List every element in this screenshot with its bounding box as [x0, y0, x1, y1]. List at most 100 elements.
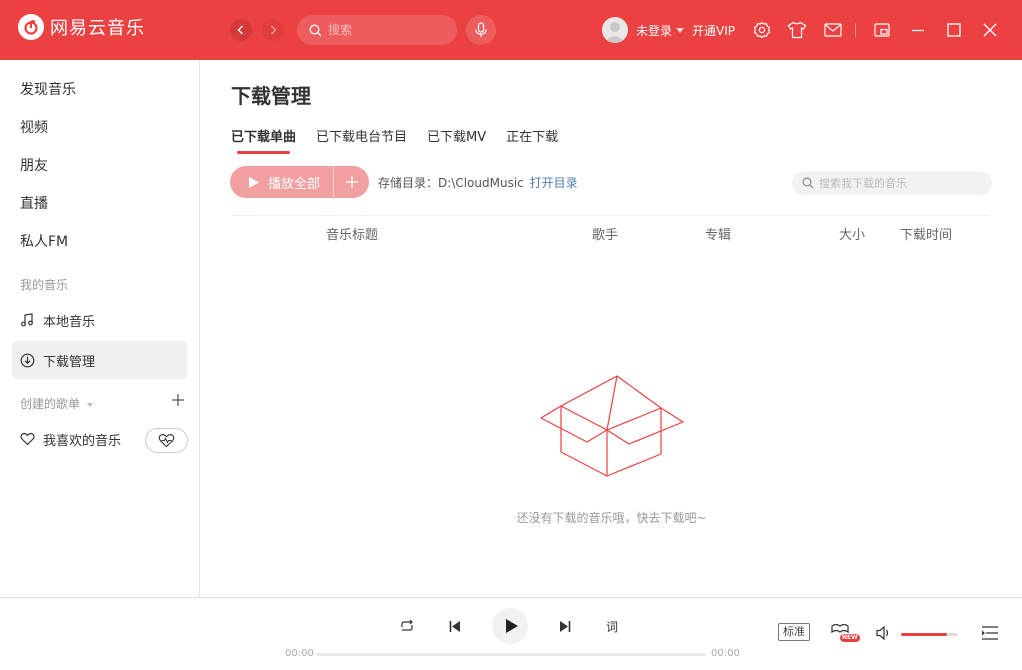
caret-down-icon	[86, 402, 93, 407]
tab-downloaded-radio[interactable]: 已下载电台节目	[316, 126, 407, 148]
progress-bar[interactable]	[316, 653, 706, 656]
local-search-bar[interactable]	[792, 171, 992, 195]
search-icon	[309, 24, 322, 36]
heart-mode-button[interactable]	[145, 428, 188, 453]
create-playlist-button[interactable]	[170, 393, 186, 409]
storage-path: D:\CloudMusic	[438, 176, 524, 190]
sidebar-item-local-music[interactable]: 本地音乐	[12, 301, 187, 339]
search-input[interactable]	[328, 23, 438, 37]
main-content: 下载管理 已下载单曲 已下载电台节目 已下载MV 正在下载 播放全部 存储目录：…	[201, 60, 1022, 597]
vip-link[interactable]: 开通VIP	[692, 22, 735, 39]
sidebar-item-label: 我喜欢的音乐	[43, 433, 122, 449]
gear-icon	[753, 21, 771, 39]
search-bar[interactable]	[297, 15, 457, 45]
tab-downloaded-songs[interactable]: 已下载单曲	[231, 126, 296, 154]
chevron-left-icon	[237, 25, 243, 35]
sidebar-item-label: 下载管理	[43, 354, 96, 370]
default-avatar-icon	[605, 22, 625, 43]
playlist-button[interactable]	[980, 624, 1000, 642]
title-divider	[855, 23, 856, 37]
sidebar-item-fm[interactable]: 私人FM	[20, 232, 68, 252]
play-icon	[505, 619, 518, 633]
lyrics-button[interactable]: 词	[606, 618, 618, 635]
column-title[interactable]: 音乐标题	[326, 224, 378, 243]
page-title: 下载管理	[231, 84, 311, 108]
app-name: 网易云音乐	[50, 18, 145, 39]
next-button[interactable]	[556, 617, 574, 635]
sound-quality-button[interactable]: 标准	[778, 623, 810, 641]
download-tabs: 已下载单曲 已下载电台节目 已下载MV 正在下载	[231, 126, 578, 154]
play-pause-button[interactable]	[492, 608, 528, 644]
volume-button[interactable]	[874, 624, 892, 642]
play-all-button[interactable]: 播放全部	[230, 166, 334, 198]
sidebar-item-friends[interactable]: 朋友	[20, 156, 48, 176]
back-button[interactable]	[230, 19, 252, 41]
tshirt-icon	[787, 21, 807, 39]
skip-previous-icon	[449, 620, 460, 632]
storage-info: 存储目录：D:\CloudMusic 打开目录	[378, 174, 578, 191]
heartbeat-icon	[158, 434, 175, 448]
plus-icon	[172, 394, 184, 406]
tab-downloading[interactable]: 正在下载	[506, 126, 558, 148]
volume-icon	[876, 625, 889, 641]
sidebar-item-video[interactable]: 视频	[20, 118, 48, 138]
local-search-input[interactable]	[819, 176, 979, 190]
empty-state-text: 还没有下载的音乐哦，快去下载吧~	[516, 511, 707, 525]
login-link[interactable]: 未登录	[636, 22, 672, 39]
caret-down-icon	[676, 27, 685, 33]
loop-mode-button[interactable]	[398, 617, 416, 635]
play-all-button-group: 播放全部	[230, 166, 369, 198]
new-badge: NEW	[840, 634, 860, 642]
volume-slider[interactable]	[901, 633, 958, 636]
repeat-icon	[401, 619, 413, 631]
tab-downloaded-mv[interactable]: 已下载MV	[427, 126, 486, 148]
messages-button[interactable]	[823, 20, 843, 40]
created-playlists-label: 创建的歌单	[20, 397, 81, 411]
avatar[interactable]	[602, 17, 628, 43]
skin-button[interactable]	[787, 20, 807, 40]
forward-button[interactable]	[262, 19, 284, 41]
mini-mode-button[interactable]	[872, 20, 892, 40]
download-icon	[18, 351, 36, 369]
maximize-button[interactable]	[944, 20, 964, 40]
settings-button[interactable]	[752, 20, 772, 40]
heart-icon	[18, 430, 36, 448]
column-artist[interactable]: 歌手	[592, 224, 618, 243]
chevron-right-icon	[271, 25, 277, 35]
previous-button[interactable]	[446, 617, 464, 635]
search-icon	[802, 177, 814, 189]
play-icon	[249, 176, 259, 188]
close-button[interactable]	[980, 20, 1000, 40]
sidebar-item-discover[interactable]: 发现音乐	[20, 80, 76, 100]
maximize-icon	[947, 23, 961, 37]
title-bar: 网易云音乐 未登录 开通VIP	[0, 0, 1022, 60]
open-directory-link[interactable]: 打开目录	[530, 176, 578, 190]
skip-next-icon	[560, 620, 571, 632]
empty-box-icon	[540, 375, 684, 477]
column-album[interactable]: 专辑	[705, 224, 731, 243]
app-logo[interactable]: 网易云音乐	[18, 14, 145, 40]
storage-label: 存储目录：	[378, 176, 439, 190]
my-music-heading: 我的音乐	[20, 278, 69, 292]
column-size[interactable]: 大小	[839, 224, 865, 243]
playlist-icon	[982, 626, 998, 640]
mail-icon	[824, 23, 842, 37]
column-download-time[interactable]: 下载时间	[900, 224, 952, 243]
volume-level	[901, 633, 947, 636]
sidebar-item-live[interactable]: 直播	[20, 194, 48, 214]
microphone-icon	[475, 22, 487, 37]
sidebar: 发现音乐 视频 朋友 直播 私人FM 我的音乐 本地音乐 下载管理 创建的歌单 …	[0, 60, 200, 597]
netease-logo-icon	[18, 14, 44, 40]
voice-search-button[interactable]	[466, 15, 496, 45]
table-header: 音乐标题 歌手 专辑 大小 下载时间	[233, 215, 989, 247]
user-menu[interactable]: 未登录 开通VIP	[602, 17, 735, 43]
minimize-button[interactable]	[908, 20, 928, 40]
sidebar-item-downloads[interactable]: 下载管理	[12, 341, 187, 379]
minimize-icon	[912, 29, 924, 32]
add-all-to-playlist-button[interactable]	[334, 166, 369, 198]
close-icon	[983, 23, 997, 37]
plus-icon	[345, 176, 358, 188]
created-playlists-heading[interactable]: 创建的歌单	[20, 395, 93, 412]
sidebar-item-liked-music[interactable]: 我喜欢的音乐	[12, 420, 142, 458]
mini-player-icon	[874, 23, 890, 37]
